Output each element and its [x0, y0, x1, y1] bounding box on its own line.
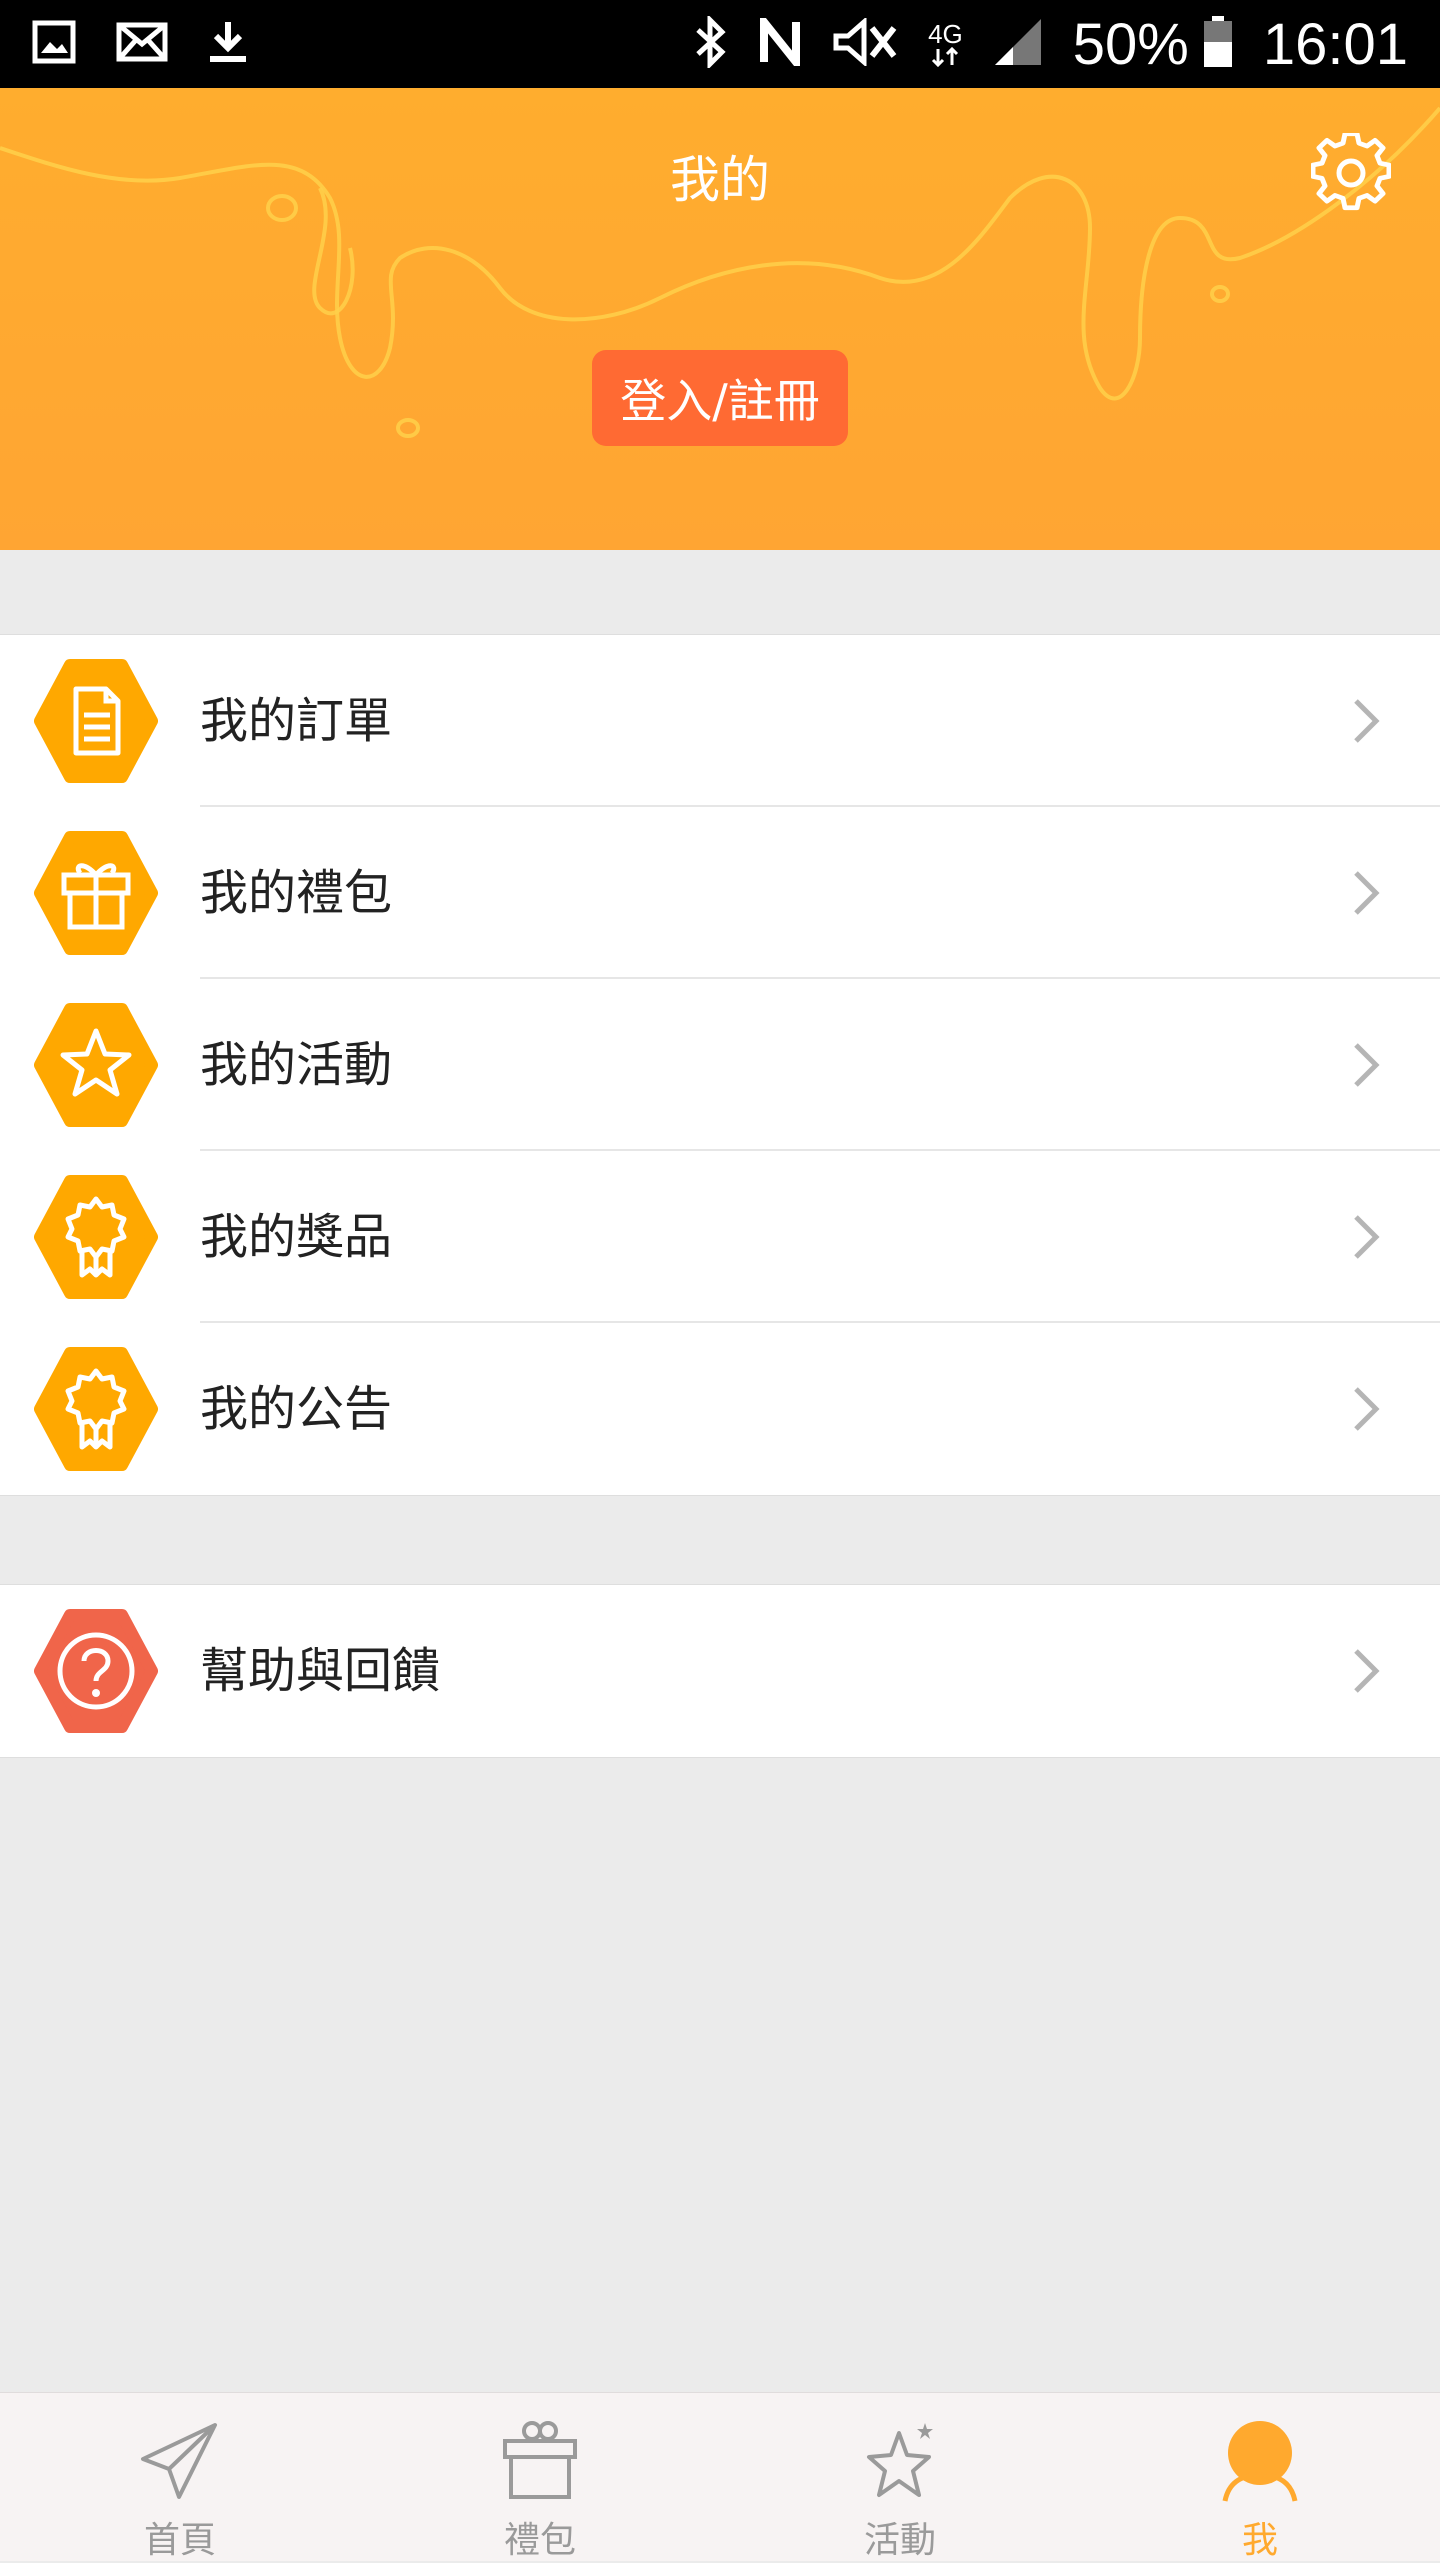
network-label: 4G: [928, 19, 963, 49]
menu-item-help-feedback[interactable]: 幫助與回饋: [0, 1585, 1440, 1757]
signal-icon: [993, 17, 1043, 71]
bottom-navigation: 首頁 禮包 活動 我: [0, 2392, 1440, 2561]
star-icon: [855, 2415, 945, 2505]
page-title: 我的: [670, 151, 770, 209]
bluetooth-icon: [694, 13, 728, 72]
login-register-button[interactable]: 登入/註冊: [592, 350, 848, 446]
menu-item-prizes[interactable]: 我的獎品: [0, 1151, 1440, 1323]
status-bar-left: [32, 20, 288, 68]
settings-button[interactable]: [1308, 130, 1394, 216]
gear-icon: [1311, 133, 1391, 211]
menu-item-label: 我的訂單: [200, 693, 393, 749]
gift-icon: [34, 831, 158, 955]
chevron-right-icon: [1342, 1385, 1390, 1433]
menu-item-label: 我的獎品: [200, 1209, 393, 1265]
help-menu-list: 幫助與回饋: [0, 1584, 1440, 1758]
question-icon: [34, 1609, 158, 1733]
network-indicator: 4G: [928, 21, 963, 67]
battery-percent: 50%: [1072, 11, 1189, 77]
user-icon: [1215, 2415, 1305, 2505]
profile-header: 我的 登入/註冊: [0, 88, 1440, 550]
nav-tab-activities[interactable]: 活動: [720, 2393, 1080, 2561]
clock: 16:01: [1262, 11, 1408, 77]
nav-tab-label: 禮包: [503, 2520, 576, 2561]
mail-icon: [116, 22, 168, 66]
menu-item-gifts[interactable]: 我的禮包: [0, 807, 1440, 979]
download-icon: [208, 20, 248, 68]
nfc-icon: [758, 10, 802, 74]
mute-icon: [832, 16, 898, 70]
award-icon: [34, 1347, 158, 1471]
status-bar-right: 4G 50% 16:01: [664, 10, 1408, 78]
chevron-right-icon: [1342, 1041, 1390, 1089]
paper-plane-icon: [135, 2415, 225, 2505]
nav-tab-label: 活動: [863, 2520, 936, 2561]
menu-item-activities[interactable]: 我的活動: [0, 979, 1440, 1151]
nav-tab-me[interactable]: 我: [1080, 2393, 1440, 2561]
gift-box-icon: [495, 2415, 585, 2505]
my-menu-list: 我的訂單 我的禮包 我的活動 我的獎品 我的公告: [0, 634, 1440, 1496]
nav-tab-label: 我: [1241, 2520, 1278, 2561]
status-bar: 4G 50% 16:01: [0, 0, 1440, 88]
menu-item-announcements[interactable]: 我的公告: [0, 1323, 1440, 1495]
menu-item-label: 我的公告: [200, 1381, 393, 1437]
battery-icon: [1203, 16, 1233, 72]
menu-item-orders[interactable]: 我的訂單: [0, 635, 1440, 807]
chevron-right-icon: [1342, 1213, 1390, 1261]
menu-item-label: 幫助與回饋: [200, 1643, 441, 1699]
nav-tab-label: 首頁: [143, 2520, 216, 2561]
menu-item-label: 我的禮包: [200, 865, 393, 921]
star-icon: [34, 1003, 158, 1127]
nav-tab-home[interactable]: 首頁: [0, 2393, 360, 2561]
chevron-right-icon: [1342, 697, 1390, 745]
chevron-right-icon: [1342, 869, 1390, 917]
document-icon: [34, 659, 158, 783]
nav-tab-gifts[interactable]: 禮包: [360, 2393, 720, 2561]
menu-item-label: 我的活動: [200, 1037, 393, 1093]
gallery-icon: [32, 20, 76, 68]
award-icon: [34, 1175, 158, 1299]
chevron-right-icon: [1342, 1647, 1390, 1695]
